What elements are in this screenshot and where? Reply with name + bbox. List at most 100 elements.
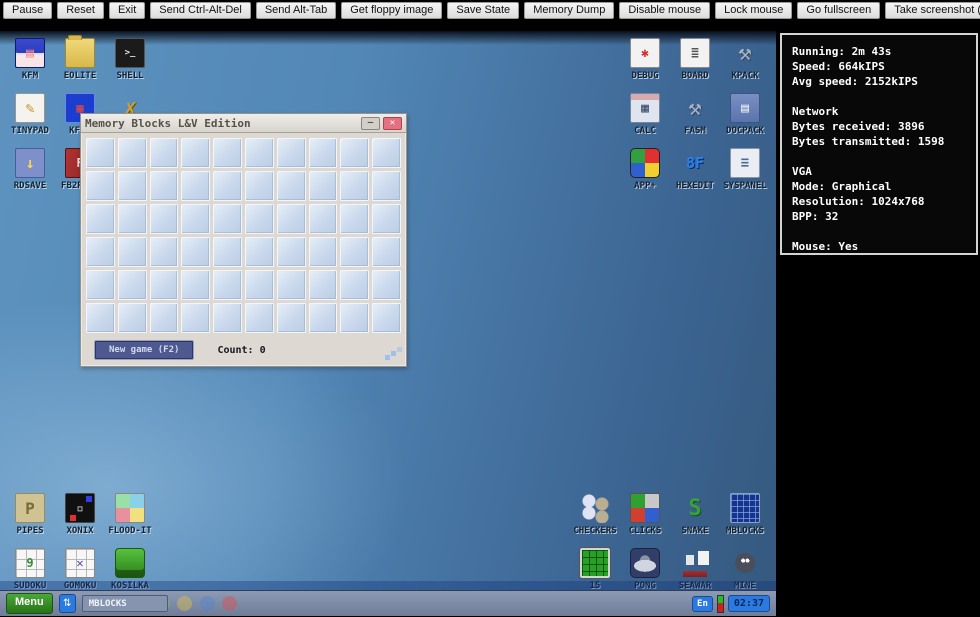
memory-block[interactable] — [150, 237, 179, 267]
resize-grip[interactable] — [391, 351, 396, 356]
desktop-icon-debug[interactable]: ✱DEBUG — [620, 38, 670, 83]
toolbar-button-get-floppy-image[interactable]: Get floppy image — [341, 2, 442, 19]
desktop-icon-kosilka[interactable]: KOSILKA — [105, 548, 155, 593]
desktop-icon-board[interactable]: ≣BOARD — [670, 38, 720, 83]
memory-block[interactable] — [277, 204, 306, 234]
toolbar-button-pause[interactable]: Pause — [3, 2, 52, 19]
desktop-icon-calc[interactable]: ▦CALC — [620, 93, 670, 138]
desktop-icon-sudoku[interactable]: 9SUDOKU — [5, 548, 55, 593]
memory-block[interactable] — [309, 171, 338, 201]
desktop-icon-eolite[interactable]: EOLITE — [55, 38, 105, 83]
memory-block[interactable] — [309, 303, 338, 333]
memory-block[interactable] — [340, 204, 369, 234]
memory-block[interactable] — [86, 270, 115, 300]
desktop-icon-flood-it[interactable]: FLOOD-IT — [105, 493, 155, 538]
memory-block[interactable] — [309, 204, 338, 234]
desktop-icon-seawar[interactable]: SEAWAR — [670, 548, 720, 593]
toolbar-button-take-screenshot-only-graphic-modes[interactable]: Take screenshot (only graphic modes) — [885, 2, 980, 19]
memory-block[interactable] — [181, 237, 210, 267]
window-titlebar[interactable]: Memory Blocks L&V Edition – ✕ — [81, 114, 406, 133]
memory-block[interactable] — [213, 237, 242, 267]
memory-block[interactable] — [118, 270, 147, 300]
memory-block[interactable] — [372, 138, 401, 168]
toolbar-button-go-fullscreen[interactable]: Go fullscreen — [797, 2, 880, 19]
memory-block[interactable] — [213, 204, 242, 234]
memory-block[interactable] — [213, 303, 242, 333]
desktop-icon-shell[interactable]: >_SHELL — [105, 38, 155, 83]
memory-block[interactable] — [150, 303, 179, 333]
memory-block[interactable] — [150, 270, 179, 300]
desktop-icon-pong[interactable]: PONG — [620, 548, 670, 593]
toolbar-button-send-ctrl-alt-del[interactable]: Send Ctrl-Alt-Del — [150, 2, 251, 19]
memory-block[interactable] — [245, 138, 274, 168]
memory-block[interactable] — [86, 303, 115, 333]
desktop-icon-clicks[interactable]: CLICKS — [620, 493, 670, 538]
clock[interactable]: 02:37 — [728, 595, 770, 612]
memory-block[interactable] — [277, 270, 306, 300]
toolbar-button-save-state[interactable]: Save State — [447, 2, 519, 19]
language-indicator[interactable]: En — [692, 596, 713, 612]
memory-block[interactable] — [86, 138, 115, 168]
desktop-icon-tinypad[interactable]: ✎TINYPAD — [5, 93, 55, 138]
memory-block[interactable] — [181, 171, 210, 201]
memory-block[interactable] — [181, 270, 210, 300]
memory-block[interactable] — [340, 171, 369, 201]
desktop-icon-mine[interactable]: MINE — [720, 548, 770, 593]
memory-block[interactable] — [340, 138, 369, 168]
toolbar-button-reset[interactable]: Reset — [57, 2, 104, 19]
desktop-icon-docpack[interactable]: ▤DOCPACK — [720, 93, 770, 138]
memory-block[interactable] — [245, 171, 274, 201]
new-game-button[interactable]: New game (F2) — [95, 341, 193, 359]
memory-block[interactable] — [372, 237, 401, 267]
taskbar-task-mblocks[interactable]: MBLOCKS — [82, 595, 168, 612]
desktop-icon-hexedit[interactable]: 8FHEXEDIT — [670, 148, 720, 193]
desktop-icon-15[interactable]: 15 — [570, 548, 620, 593]
memory-block[interactable] — [118, 237, 147, 267]
desktop-icon-rdsave[interactable]: ↓RDSAVE — [5, 148, 55, 193]
desktop-icon-snake[interactable]: SSNAKE — [670, 493, 720, 538]
desktop-icon-pipes[interactable]: PPIPES — [5, 493, 55, 538]
toolbar-button-send-alt-tab[interactable]: Send Alt-Tab — [256, 2, 336, 19]
memory-block[interactable] — [213, 270, 242, 300]
memory-block[interactable] — [372, 270, 401, 300]
close-button[interactable]: ✕ — [383, 117, 402, 130]
desktop-icon-kfm[interactable]: ▤KFM — [5, 38, 55, 83]
memory-block[interactable] — [245, 204, 274, 234]
memory-block[interactable] — [309, 270, 338, 300]
task-switcher-icon[interactable]: ⇅ — [59, 594, 76, 613]
memory-block[interactable] — [86, 171, 115, 201]
desktop-icon-gomoku[interactable]: ✕GOMOKU — [55, 548, 105, 593]
memory-block[interactable] — [277, 237, 306, 267]
memory-block[interactable] — [340, 270, 369, 300]
memory-block[interactable] — [309, 138, 338, 168]
memory-block[interactable] — [245, 303, 274, 333]
memory-block[interactable] — [150, 171, 179, 201]
memory-block[interactable] — [181, 303, 210, 333]
memory-block[interactable] — [213, 171, 242, 201]
memory-block[interactable] — [181, 204, 210, 234]
memory-block[interactable] — [118, 303, 147, 333]
toolbar-button-disable-mouse[interactable]: Disable mouse — [619, 2, 710, 19]
desktop-icon-app[interactable]: APP+ — [620, 148, 670, 193]
memory-block[interactable] — [277, 171, 306, 201]
memory-block[interactable] — [181, 138, 210, 168]
memory-block[interactable] — [277, 303, 306, 333]
memory-block[interactable] — [118, 138, 147, 168]
desktop-icon-fasm[interactable]: ⚒FASM — [670, 93, 720, 138]
memory-block[interactable] — [372, 171, 401, 201]
desktop-icon-syspanel[interactable]: ≡SYSPANEL — [720, 148, 770, 193]
memory-block[interactable] — [118, 204, 147, 234]
memory-block[interactable] — [118, 171, 147, 201]
toolbar-button-memory-dump[interactable]: Memory Dump — [524, 2, 614, 19]
toolbar-button-exit[interactable]: Exit — [109, 2, 145, 19]
vm-screen[interactable]: ▤KFMEOLITE>_SHELL✎TINYPAD▦KFAR✗↓RDSAVEFF… — [0, 31, 776, 616]
memory-block[interactable] — [340, 303, 369, 333]
toolbar-button-lock-mouse[interactable]: Lock mouse — [715, 2, 792, 19]
memory-block[interactable] — [245, 237, 274, 267]
desktop-icon-mblocks[interactable]: MBLOCKS — [720, 493, 770, 538]
minimize-button[interactable]: – — [361, 117, 380, 130]
memory-block[interactable] — [86, 237, 115, 267]
desktop-icon-checkers[interactable]: CHECKERS — [570, 493, 620, 538]
menu-button[interactable]: Menu — [6, 593, 53, 614]
memory-block[interactable] — [340, 237, 369, 267]
